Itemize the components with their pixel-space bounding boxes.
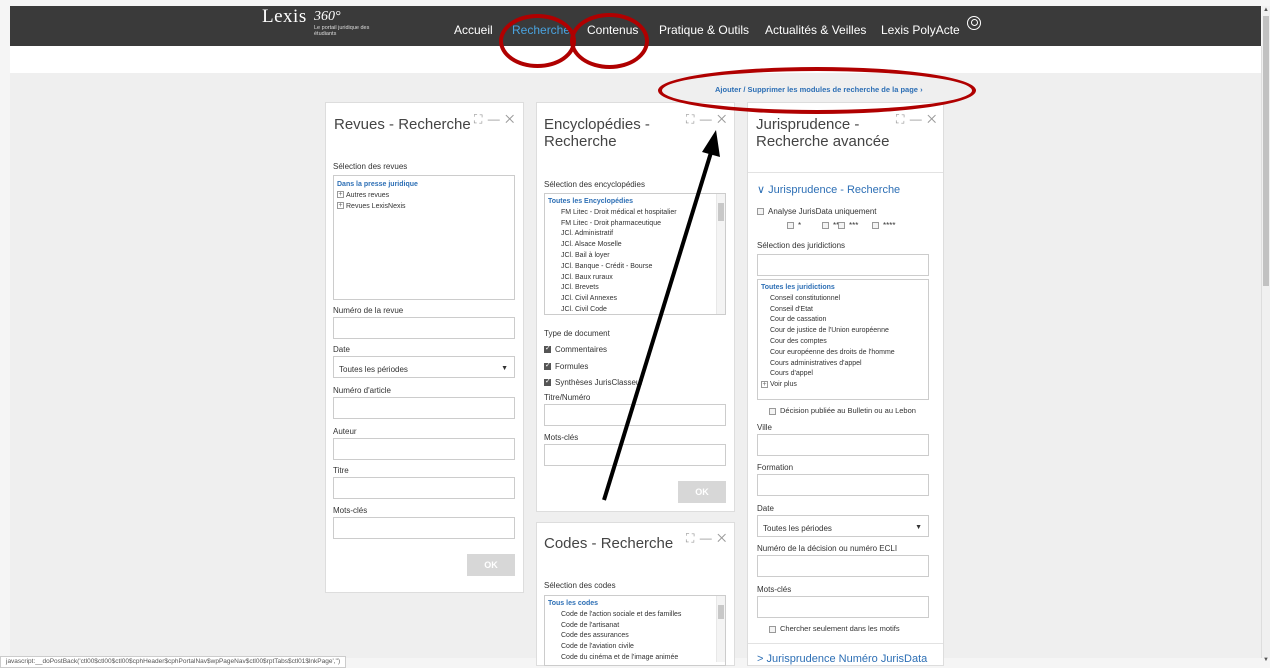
annotation-arrow-layer xyxy=(602,130,720,501)
annotation-arrow-line xyxy=(602,145,715,501)
annotation-arrow-head xyxy=(702,130,720,157)
